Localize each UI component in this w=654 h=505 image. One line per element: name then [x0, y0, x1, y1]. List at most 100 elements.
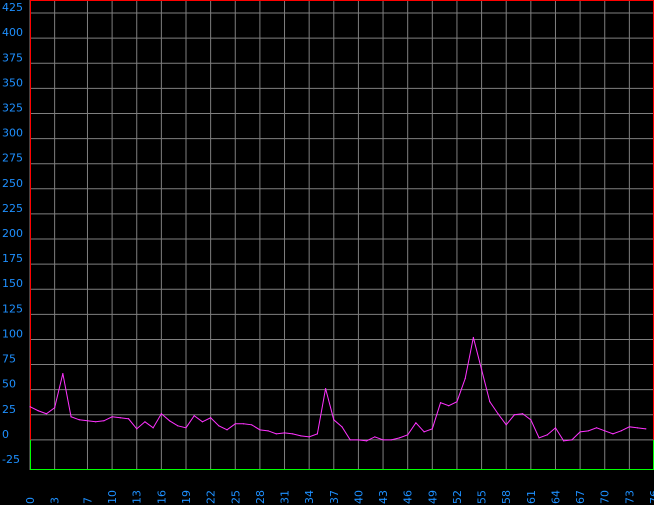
x-tick-label: 22 — [205, 490, 218, 504]
data-point — [546, 434, 548, 436]
y-tick-label: 75 — [2, 353, 16, 366]
x-tick-label: 0 — [24, 497, 37, 504]
data-point — [579, 431, 581, 433]
data-point — [645, 428, 647, 430]
data-point — [168, 420, 171, 422]
data-point — [45, 413, 48, 415]
y-tick-label: 250 — [2, 177, 23, 190]
x-tick-label: 37 — [328, 490, 341, 504]
data-point — [201, 421, 204, 423]
x-tick-label: 64 — [549, 490, 562, 504]
data-point — [497, 413, 499, 415]
x-tick-label: 34 — [303, 490, 316, 504]
x-tick-label: 67 — [574, 490, 587, 504]
x-tick-label: 58 — [500, 490, 513, 504]
data-point — [185, 427, 187, 429]
data-point — [316, 433, 318, 435]
data-point — [464, 378, 466, 380]
x-tick-label: 43 — [377, 490, 390, 504]
data-point — [472, 336, 474, 339]
x-tick-label: 76 — [648, 490, 654, 504]
data-point — [636, 427, 639, 429]
y-axis-tick-labels: -25 0 25 50 75 100 125 150 175 200 225 250 275 300 325… — [2, 1, 23, 466]
data-point — [439, 402, 442, 404]
data-point — [152, 427, 154, 429]
data-point — [29, 406, 31, 408]
x-tick-label: 7 — [81, 497, 94, 504]
data-point — [513, 414, 516, 416]
data-point — [111, 416, 113, 418]
x-tick-label: 70 — [599, 490, 612, 504]
y-tick-label: 200 — [2, 227, 23, 240]
data-point — [177, 425, 179, 427]
x-tick-label: 3 — [49, 497, 62, 504]
data-point — [226, 429, 228, 431]
data-point — [595, 427, 598, 429]
series-layer — [29, 336, 647, 442]
y-tick-label: 100 — [2, 327, 23, 340]
data-point — [218, 425, 220, 427]
x-tick-label: 16 — [155, 490, 168, 504]
data-point — [144, 421, 146, 423]
data-point — [357, 439, 360, 441]
x-tick-label: 31 — [279, 490, 292, 504]
data-point — [505, 424, 507, 426]
data-point — [234, 423, 236, 425]
x-tick-label: 52 — [451, 490, 464, 504]
data-point — [448, 405, 450, 407]
data-point — [119, 417, 121, 419]
data-point — [136, 428, 138, 430]
data-point — [62, 372, 64, 375]
data-point — [251, 424, 253, 426]
data-point — [210, 417, 212, 419]
data-point — [431, 428, 433, 430]
data-point — [349, 439, 351, 441]
data-point — [86, 420, 89, 422]
data-point — [604, 430, 606, 432]
data-point — [390, 439, 392, 441]
data-point — [259, 429, 261, 431]
data-point — [489, 401, 491, 403]
data-point — [275, 433, 277, 435]
y-tick-label: 125 — [2, 302, 23, 315]
data-point — [292, 433, 294, 435]
y-tick-label: 275 — [2, 152, 23, 165]
data-point — [415, 422, 417, 424]
data-point — [538, 437, 540, 439]
data-point — [554, 427, 557, 429]
data-point — [193, 415, 195, 417]
y-tick-label: 50 — [2, 378, 16, 391]
data-point — [95, 421, 97, 423]
x-tick-label: 73 — [623, 490, 636, 504]
data-point — [480, 368, 483, 371]
x-tick-label: 25 — [229, 490, 242, 504]
y-tick-label: 325 — [2, 101, 23, 114]
chart-boundaries — [30, 0, 654, 470]
x-tick-label: 19 — [180, 490, 193, 504]
y-tick-label: 150 — [2, 277, 23, 290]
data-point — [78, 419, 80, 421]
data-point — [382, 439, 384, 441]
data-point — [612, 433, 614, 435]
y-tick-label: 350 — [2, 76, 23, 89]
y-tick-label: 225 — [2, 202, 23, 215]
x-tick-label: 10 — [106, 490, 119, 504]
data-point — [620, 430, 622, 432]
data-point — [267, 430, 269, 432]
data-point — [283, 432, 286, 434]
y-tick-label: 25 — [2, 403, 16, 416]
data-point — [423, 431, 425, 433]
data-point — [308, 436, 310, 438]
x-tick-label: 55 — [476, 490, 489, 504]
y-tick-label: 175 — [2, 252, 23, 265]
x-tick-label: 28 — [254, 490, 267, 504]
grid — [29, 0, 654, 470]
data-point — [456, 401, 458, 403]
y-tick-label: 400 — [2, 26, 23, 39]
data-point — [374, 436, 376, 438]
data-point — [127, 418, 130, 420]
data-point — [398, 437, 401, 439]
y-tick-label: -25 — [2, 453, 20, 466]
data-point — [563, 440, 565, 442]
data-point — [103, 420, 105, 422]
